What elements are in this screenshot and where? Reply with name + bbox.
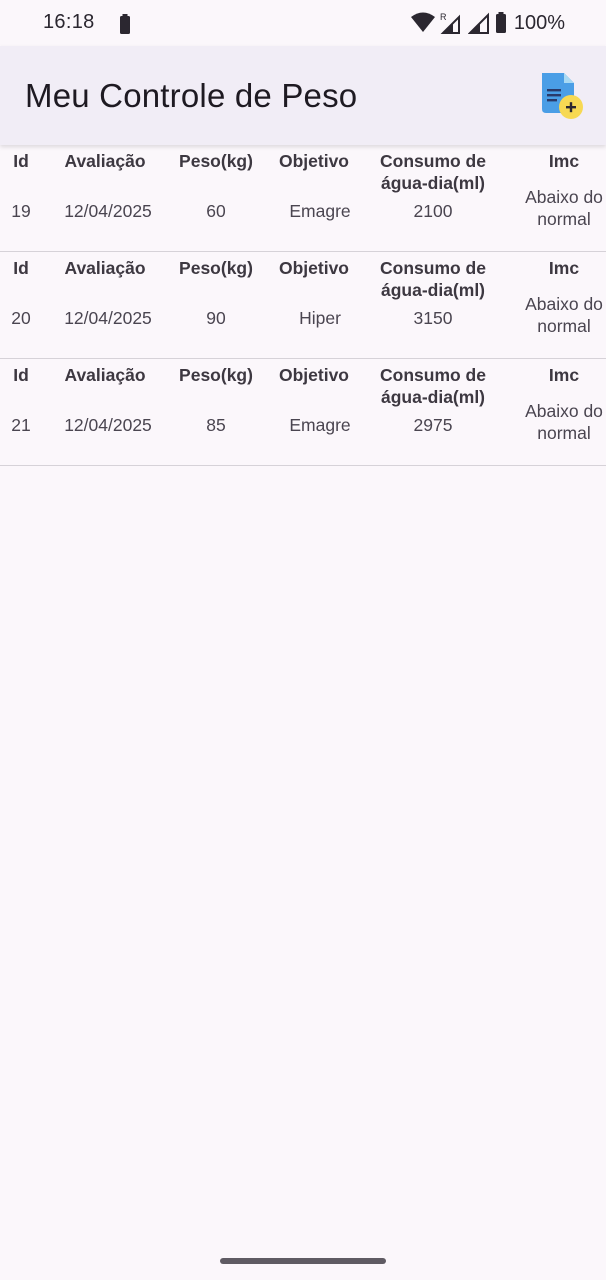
header-peso: Peso(kg): [179, 365, 253, 385]
signal-roaming-icon: R: [440, 12, 460, 34]
record-consumo: 2100: [413, 201, 453, 221]
record-id: 21: [11, 415, 31, 435]
record-objetivo: Emagre: [289, 415, 351, 435]
records-list: Id Avaliação Peso(kg) Objetivo Consumo d…: [0, 145, 606, 466]
record-id: 19: [11, 201, 31, 221]
header-avaliacao: Avaliação: [64, 365, 146, 385]
signal-icon: [467, 12, 489, 34]
header-peso: Peso(kg): [179, 258, 253, 278]
header-objetivo: Objetivo: [278, 365, 349, 385]
battery-percent: 100%: [513, 11, 565, 34]
status-icons: R 100%: [410, 11, 565, 35]
header-avaliacao: Avaliação: [64, 151, 146, 171]
header-objetivo: Objetivo: [278, 151, 349, 171]
header-objetivo: Objetivo: [278, 258, 349, 278]
add-record-button[interactable]: [532, 67, 588, 123]
record-consumo: 2975: [413, 415, 453, 435]
record-avaliacao: 12/04/2025: [64, 415, 152, 435]
status-bar: 16:18 R 100%: [0, 0, 606, 46]
header-imc: Imc: [548, 151, 580, 171]
record-consumo: 3150: [413, 308, 453, 328]
header-id: Id: [13, 365, 29, 385]
header-id: Id: [13, 258, 29, 278]
record-imc: Abaixo do normal: [525, 401, 603, 443]
record-peso: 60: [206, 201, 226, 221]
page-title: Meu Controle de Peso: [25, 77, 358, 114]
record-objetivo: Emagre: [289, 201, 351, 221]
add-document-icon: [542, 73, 583, 119]
header-consumo: Consumo de água-dia(ml): [380, 365, 486, 407]
record-card[interactable]: Id Avaliação Peso(kg) Objetivo Consumo d…: [0, 145, 606, 252]
record-card[interactable]: Id Avaliação Peso(kg) Objetivo Consumo d…: [0, 252, 606, 359]
home-indicator[interactable]: [220, 1258, 386, 1264]
battery-icon: [495, 12, 506, 33]
wifi-icon: [410, 12, 435, 32]
record-avaliacao: 12/04/2025: [64, 201, 152, 221]
record-peso: 90: [206, 308, 226, 328]
header-imc: Imc: [548, 365, 580, 385]
header-imc: Imc: [548, 258, 580, 278]
header-peso: Peso(kg): [179, 151, 253, 171]
record-objetivo: Hiper: [299, 308, 341, 328]
header-id: Id: [13, 151, 29, 171]
header-consumo: Consumo de água-dia(ml): [380, 151, 486, 193]
record-imc: Abaixo do normal: [525, 187, 603, 229]
header-consumo: Consumo de água-dia(ml): [380, 258, 486, 300]
record-imc: Abaixo do normal: [525, 294, 603, 336]
record-peso: 85: [206, 415, 226, 435]
record-card[interactable]: Id Avaliação Peso(kg) Objetivo Consumo d…: [0, 359, 606, 466]
record-id: 20: [11, 308, 31, 328]
header-avaliacao: Avaliação: [64, 258, 146, 278]
app-bar: Meu Controle de Peso: [0, 46, 606, 145]
roaming-label: R: [440, 12, 447, 22]
status-time: 16:18: [43, 11, 95, 33]
battery-icon: [120, 14, 130, 34]
record-avaliacao: 12/04/2025: [64, 308, 152, 328]
